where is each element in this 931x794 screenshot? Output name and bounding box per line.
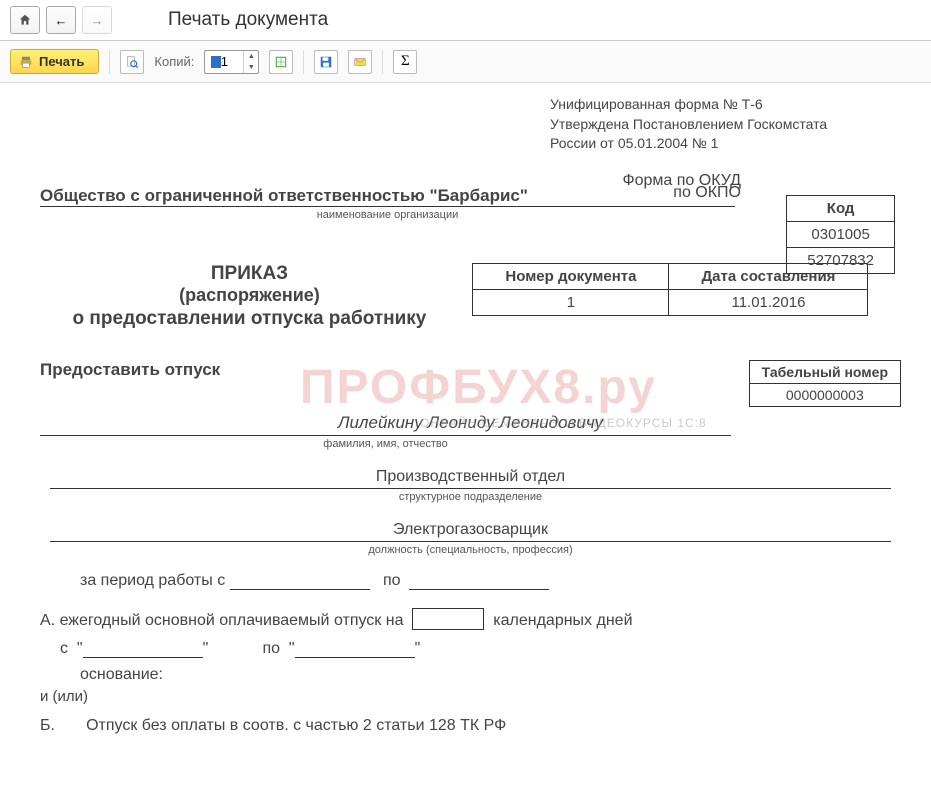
form-header-line: Утверждена Постановлением Госкомстата [550, 115, 901, 135]
window-title: Печать документа [168, 9, 328, 31]
spinner-up-icon[interactable]: ▲ [244, 51, 258, 62]
print-button[interactable]: Печать [10, 49, 99, 74]
separator [303, 50, 304, 74]
print-label: Печать [39, 54, 84, 69]
form-header-line: России от 05.01.2004 № 1 [550, 134, 901, 154]
okud-value: 0301005 [787, 222, 895, 248]
copies-value: 1 [205, 54, 243, 69]
docdate-value: 11.01.2016 [669, 289, 868, 315]
period-to-field [409, 572, 549, 590]
dept-underline [50, 488, 891, 489]
position-underline [50, 541, 891, 542]
home-icon [18, 13, 32, 27]
copies-label: Копий: [154, 54, 194, 69]
fio-underline [40, 435, 731, 436]
order-title-block: ПРИКАЗ (распоряжение) о предоставлении о… [73, 263, 427, 330]
grant-label: Предоставить отпуск [40, 360, 220, 380]
period-from-field [230, 572, 370, 590]
preview-icon [125, 55, 139, 69]
table-save-icon [274, 55, 288, 69]
docnum-header: Номер документа [473, 263, 669, 289]
tabnum-header: Табельный номер [749, 360, 900, 383]
copies-spinner[interactable]: 1 ▲ ▼ [204, 50, 259, 74]
section-b-row: Б. Отпуск без оплаты в соотв. с частью 2… [40, 717, 901, 735]
arrow-left-icon: ← [55, 13, 68, 28]
form-header: Унифицированная форма № Т-6 Утверждена П… [550, 95, 901, 154]
spinner-down-icon[interactable]: ▼ [244, 62, 258, 73]
toolbar: Печать Копий: 1 ▲ ▼ Σ [0, 41, 931, 83]
section-a-row: А. ежегодный основной оплачиваемый отпус… [40, 608, 901, 630]
basis-label: основание: [80, 666, 163, 683]
envelope-icon [353, 55, 367, 69]
tabnum-value: 0000000003 [749, 383, 900, 406]
save-spreadsheet-button[interactable] [269, 50, 293, 74]
form-header-line: Унифицированная форма № Т-6 [550, 95, 901, 115]
mail-button[interactable] [348, 50, 372, 74]
diskette-icon [319, 55, 333, 69]
section-a-dates: с по [40, 640, 901, 658]
separator [382, 50, 383, 74]
org-underline [40, 206, 735, 207]
period-to-label: по [383, 572, 401, 589]
nav-bar: ← → Печать документа [0, 0, 931, 41]
to-label: по [262, 640, 280, 657]
tabnum-table: Табельный номер 0000000003 [749, 360, 901, 407]
code-table: Код 0301005 52707832 [786, 195, 895, 274]
okpo-value: 52707832 [787, 248, 895, 274]
sigma-icon: Σ [401, 53, 410, 70]
printer-icon [19, 55, 33, 69]
preview-button[interactable] [120, 50, 144, 74]
org-caption: наименование организации [40, 209, 735, 221]
or-label: и (или) [40, 688, 901, 705]
org-name: Общество с ограниченной ответственностью… [40, 186, 540, 206]
code-header: Код [787, 196, 895, 222]
employee-fio: Лилейкину Леониду Леонидовичу [40, 413, 901, 433]
from-label: с [60, 640, 68, 657]
home-button[interactable] [10, 6, 40, 34]
employee-dept: Производственный отдел [40, 468, 901, 486]
employee-position: Электрогазосварщик [40, 521, 901, 539]
dept-caption: структурное подразделение [40, 491, 901, 503]
docnum-value: 1 [473, 289, 669, 315]
period-prefix: за период работы с [80, 572, 225, 589]
basis-row: основание: [40, 666, 901, 684]
days-suffix: календарных дней [493, 612, 632, 629]
title-rasporyazhenie: (распоряжение) [73, 285, 427, 306]
work-period-row: за период работы с по [40, 572, 901, 590]
a-date-to [289, 640, 439, 658]
arrow-right-icon: → [91, 13, 104, 28]
separator [109, 50, 110, 74]
days-box [412, 608, 484, 630]
position-caption: должность (специальность, профессия) [40, 544, 901, 556]
a-date-from [77, 640, 227, 658]
title-prikaz: ПРИКАЗ [73, 263, 427, 285]
fio-caption: фамилия, имя, отчество [40, 438, 731, 450]
sum-button[interactable]: Σ [393, 50, 417, 74]
title-subject: о предоставлении отпуска работнику [73, 308, 427, 330]
section-a-label: А. ежегодный основной оплачиваемый отпус… [40, 612, 403, 629]
forward-button: → [82, 6, 112, 34]
save-button[interactable] [314, 50, 338, 74]
document-body: Унифицированная форма № Т-6 Утверждена П… [0, 83, 931, 755]
back-button[interactable]: ← [46, 6, 76, 34]
